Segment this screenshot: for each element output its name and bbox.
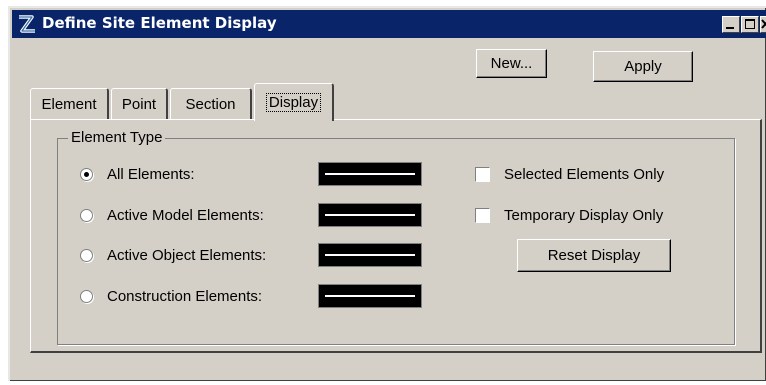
checkbox-label: Temporary Display Only (504, 206, 664, 224)
tab-point[interactable]: Point (111, 88, 168, 120)
checkbox[interactable] (475, 207, 490, 223)
radio-all-elements[interactable]: All Elements: (80, 163, 195, 185)
radio-label: Active Model Elements: (107, 206, 264, 224)
new-button[interactable]: New... (476, 49, 547, 78)
apply-button[interactable]: Apply (593, 51, 693, 82)
line-style-swatch-all-elements[interactable] (318, 162, 422, 186)
line-style-swatch-active-object[interactable] (318, 243, 422, 267)
radio-label: Active Object Elements: (107, 246, 267, 264)
tab-element[interactable]: Element (30, 88, 109, 120)
dialog-window: Define Site Element Display New... Apply… (8, 6, 766, 381)
checkbox[interactable] (475, 166, 490, 182)
close-icon (761, 19, 766, 29)
radio-button[interactable] (80, 248, 93, 262)
line-style-swatch-active-model[interactable] (318, 203, 422, 227)
tab-section-label: Section (185, 96, 236, 113)
reset-display-button[interactable]: Reset Display (517, 239, 671, 272)
line-style-swatch-construction[interactable] (318, 284, 422, 308)
reset-display-label: Reset Display (547, 247, 641, 264)
checkbox-label: Selected Elements Only (504, 165, 665, 183)
title-bar[interactable]: Define Site Element Display (12, 10, 766, 38)
element-type-group: Element Type All Elements: Active Model … (57, 129, 735, 345)
radio-button[interactable] (80, 289, 93, 303)
radio-button[interactable] (80, 208, 93, 222)
maximize-button[interactable] (741, 16, 759, 33)
close-button[interactable] (760, 16, 766, 33)
element-type-group-label: Element Type (68, 129, 166, 146)
radio-label: All Elements: (107, 165, 195, 183)
minimize-button[interactable] (722, 16, 740, 33)
tab-section[interactable]: Section (170, 88, 252, 120)
apply-button-label: Apply (624, 58, 662, 75)
window-title: Define Site Element Display (42, 14, 277, 32)
tab-display[interactable]: Display (254, 83, 334, 121)
radio-button[interactable] (80, 167, 93, 181)
radio-label: Construction Elements: (107, 287, 263, 305)
maximize-icon (745, 19, 755, 29)
checkbox-selected-elements-only[interactable]: Selected Elements Only (475, 163, 664, 185)
tab-display-label: Display (265, 93, 322, 112)
radio-construction-elements[interactable]: Construction Elements: (80, 285, 262, 307)
checkbox-temporary-display-only[interactable]: Temporary Display Only (475, 204, 663, 226)
tab-element-label: Element (41, 96, 97, 113)
display-tab-panel: Element Type All Elements: Active Model … (30, 119, 762, 353)
minimize-icon (726, 27, 734, 29)
radio-active-model-elements[interactable]: Active Model Elements: (80, 204, 264, 226)
app-logo-icon (19, 15, 35, 33)
tab-point-label: Point (121, 96, 157, 113)
new-button-label: New... (490, 55, 533, 72)
radio-active-object-elements[interactable]: Active Object Elements: (80, 244, 266, 266)
